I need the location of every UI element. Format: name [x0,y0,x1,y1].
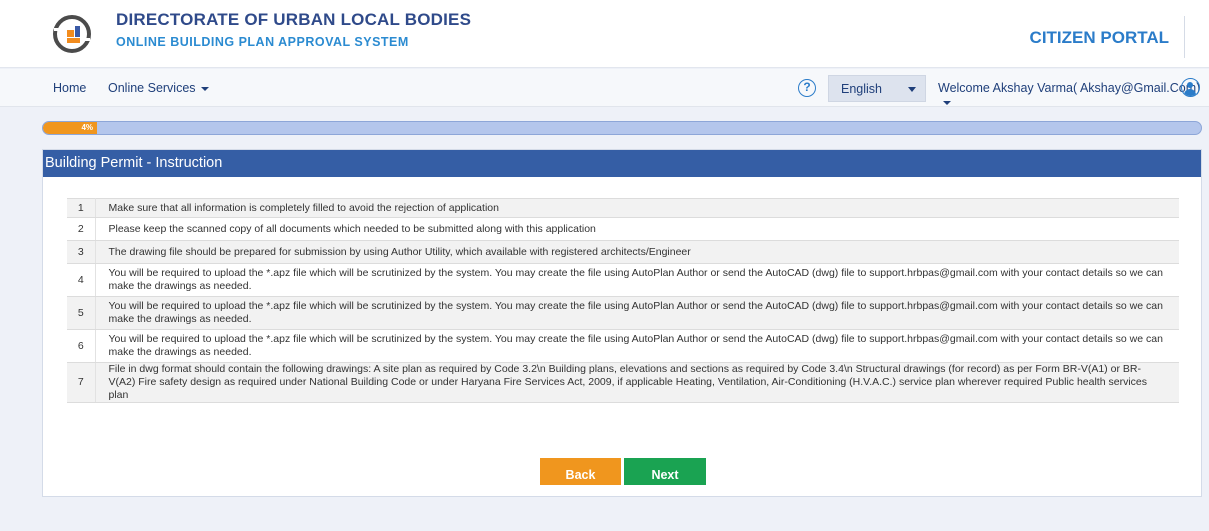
chevron-down-icon [200,86,209,91]
chevron-down-icon [908,87,916,92]
instruction-table: 1 Make sure that all information is compl… [67,198,1179,403]
user-menu-dropdown[interactable]: Welcome Akshay Varma( Akshay@Gmail.Com) [938,81,1209,109]
table-row: 3 The drawing file should be prepared for… [67,240,1179,264]
panel-body: 1 Make sure that all information is compl… [67,198,1181,403]
table-row: 6 You will be required to upload the *.ap… [67,329,1179,363]
progress-label: 4% [81,123,93,132]
table-row: 2 Please keep the scanned copy of all doc… [67,217,1179,241]
welcome-text: Welcome Akshay Varma( Akshay@Gmail.Com) [938,81,1201,95]
instruction-text: File in dwg format should contain the fo… [95,362,1179,403]
instruction-text: Make sure that all information is comple… [95,198,1179,218]
next-button[interactable]: Next [624,458,706,485]
instruction-number: 6 [67,329,96,363]
table-row: 4 You will be required to upload the *.ap… [67,263,1179,297]
panel-heading: Building Permit - Instruction [43,150,1201,177]
portal-name: CITIZEN PORTAL [1029,28,1169,47]
instruction-number: 7 [67,362,96,403]
table-row: 7 File in dwg format should contain the f… [67,362,1179,403]
back-button[interactable]: Back [540,458,621,485]
instruction-number: 4 [67,263,96,297]
nav-online-services-label: Online Services [108,81,196,95]
instruction-number: 2 [67,217,96,241]
main-nav: Home Online Services ? English Welcome A… [0,69,1209,107]
instruction-text: You will be required to upload the *.apz… [95,263,1179,297]
table-row: 1 Make sure that all information is compl… [67,198,1179,218]
nav-online-services-dropdown[interactable]: Online Services [108,81,209,95]
table-row: 5 You will be required to upload the *.ap… [67,296,1179,330]
instruction-text: You will be required to upload the *.apz… [95,329,1179,363]
instruction-number: 3 [67,240,96,264]
help-icon[interactable]: ? [798,79,816,97]
language-select-value: English [841,82,882,96]
brand-title: DIRECTORATE OF URBAN LOCAL BODIES [116,10,472,29]
instruction-panel: Building Permit - Instruction 1 Make sure… [42,149,1202,497]
chevron-down-icon [943,100,951,105]
user-icon[interactable] [1181,78,1200,97]
instruction-text: The drawing file should be prepared for … [95,240,1179,264]
nav-home-link[interactable]: Home [53,81,86,95]
progress-bar: 4% [42,121,1202,135]
logo-icon [53,15,91,53]
language-select[interactable]: English [828,75,926,102]
instruction-number: 5 [67,296,96,330]
instruction-text: You will be required to upload the *.apz… [95,296,1179,330]
progress-fill: 4% [43,122,97,134]
instruction-number: 1 [67,198,96,218]
header-divider [1184,16,1185,58]
brand-subtitle: ONLINE BUILDING PLAN APPROVAL SYSTEM [116,35,409,49]
instruction-text: Please keep the scanned copy of all docu… [95,217,1179,241]
site-header: DIRECTORATE OF URBAN LOCAL BODIES ONLINE… [0,0,1209,68]
